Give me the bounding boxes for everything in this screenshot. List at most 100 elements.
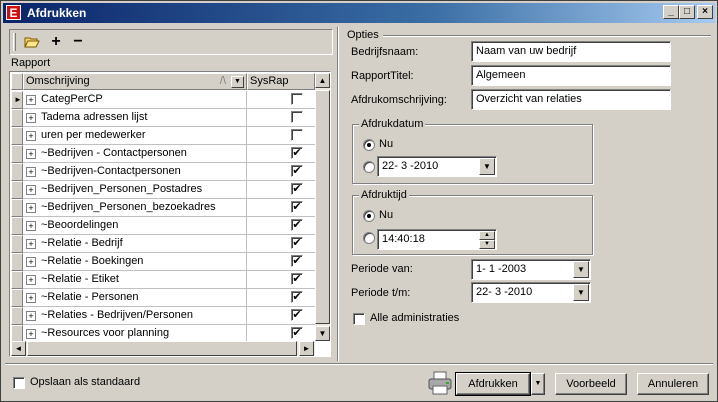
sysrap-checkbox[interactable] <box>291 129 303 141</box>
sysrap-cell[interactable]: ✔ <box>247 271 315 289</box>
expand-icon[interactable]: + <box>26 203 36 213</box>
table-row[interactable]: ~Relatie - Boekingen + ✔ <box>11 253 315 271</box>
sysrap-checkbox[interactable]: ✔ <box>291 273 303 285</box>
expand-icon[interactable]: + <box>26 257 36 267</box>
row-indicator[interactable]: ► <box>11 91 23 109</box>
sysrap-cell[interactable]: ✔ <box>247 181 315 199</box>
sysrap-checkbox[interactable]: ✔ <box>291 165 303 177</box>
afdrukken-dropdown-icon[interactable]: ▼ <box>531 373 545 395</box>
scroll-down-icon[interactable]: ▼ <box>315 326 330 341</box>
scroll-left-icon[interactable]: ◄ <box>11 341 26 356</box>
chevron-down-icon[interactable]: ▼ <box>573 261 589 278</box>
row-indicator[interactable] <box>11 217 23 235</box>
report-name-cell[interactable]: CategPerCP <box>23 91 247 109</box>
sysrap-checkbox[interactable]: ✔ <box>291 291 303 303</box>
expand-icon[interactable]: + <box>26 239 36 249</box>
sysrap-checkbox[interactable]: ✔ <box>291 327 303 339</box>
afdrukomschrijving-input[interactable]: Overzicht van relaties <box>471 89 671 110</box>
report-name-cell[interactable]: ~Bedrijven_Personen_bezoekadres <box>23 199 247 217</box>
chevron-down-icon[interactable]: ▼ <box>573 284 589 301</box>
expand-icon[interactable]: + <box>26 185 36 195</box>
vertical-scroll-thumb[interactable] <box>315 90 330 324</box>
title-bar[interactable]: E Afdrukken _ □ × <box>3 3 715 23</box>
minimize-button[interactable]: _ <box>663 5 679 19</box>
row-indicator[interactable] <box>11 181 23 199</box>
sysrap-cell[interactable] <box>247 127 315 145</box>
expand-icon[interactable]: + <box>26 149 36 159</box>
periode-tm-date-picker[interactable]: 22- 3 -2010 ▼ <box>471 282 591 303</box>
close-button[interactable]: × <box>697 5 713 19</box>
row-indicator[interactable] <box>11 253 23 271</box>
sysrap-cell[interactable]: ✔ <box>247 289 315 307</box>
table-row[interactable]: ~Relaties - Bedrijven/Personen + ✔ <box>11 307 315 325</box>
row-indicator[interactable] <box>11 163 23 181</box>
row-indicator[interactable] <box>11 271 23 289</box>
expand-icon[interactable]: + <box>26 311 36 321</box>
scroll-up-icon[interactable]: ▲ <box>315 73 330 88</box>
afdrukken-button[interactable]: Afdrukken <box>455 372 531 396</box>
report-name-cell[interactable]: Tadema adressen lijst <box>23 109 247 127</box>
afdruktijd-nu-radio[interactable] <box>363 210 375 222</box>
annuleren-button[interactable]: Annuleren <box>637 373 709 395</box>
afdruktijd-custom-radio[interactable] <box>363 232 375 244</box>
sysrap-cell[interactable]: ✔ <box>247 217 315 235</box>
row-indicator[interactable] <box>11 307 23 325</box>
header-omschrijving[interactable]: Omschrijving /\ ▼ <box>23 73 247 90</box>
sysrap-checkbox[interactable]: ✔ <box>291 183 303 195</box>
chevron-down-icon[interactable]: ▼ <box>479 158 495 175</box>
open-folder-button[interactable] <box>22 33 42 51</box>
alle-administraties-checkbox[interactable] <box>353 313 365 325</box>
report-name-cell[interactable]: uren per medewerker <box>23 127 247 145</box>
report-name-cell[interactable]: ~Relaties - Bedrijven/Personen <box>23 307 247 325</box>
header-sysrap[interactable]: SysRap <box>247 73 315 90</box>
report-name-cell[interactable]: ~Bedrijven-Contactpersonen <box>23 163 247 181</box>
filter-dropdown-icon[interactable]: ▼ <box>231 76 244 88</box>
sysrap-checkbox[interactable]: ✔ <box>291 237 303 249</box>
row-indicator[interactable] <box>11 235 23 253</box>
sysrap-cell[interactable]: ✔ <box>247 307 315 325</box>
sysrap-checkbox[interactable] <box>291 93 303 105</box>
sysrap-checkbox[interactable]: ✔ <box>291 201 303 213</box>
expand-icon[interactable]: + <box>26 95 36 105</box>
table-row[interactable]: uren per medewerker + <box>11 127 315 145</box>
table-row[interactable]: ~Bedrijven - Contactpersonen + ✔ <box>11 145 315 163</box>
add-report-button[interactable]: + <box>46 33 66 51</box>
maximize-button[interactable]: □ <box>679 5 695 19</box>
opslaan-standaard-checkbox[interactable] <box>13 377 25 389</box>
remove-report-button[interactable]: − <box>68 33 88 51</box>
sysrap-cell[interactable] <box>247 91 315 109</box>
expand-icon[interactable]: + <box>26 167 36 177</box>
expand-icon[interactable]: + <box>26 221 36 231</box>
afdrukdatum-date-picker[interactable]: 22- 3 -2010 ▼ <box>377 156 497 177</box>
periode-van-date-picker[interactable]: 1- 1 -2003 ▼ <box>471 259 591 280</box>
sysrap-checkbox[interactable] <box>291 111 303 123</box>
table-row[interactable]: ~Relatie - Personen + ✔ <box>11 289 315 307</box>
horizontal-scrollbar[interactable]: ◄ ► <box>11 341 315 356</box>
sysrap-cell[interactable]: ✔ <box>247 235 315 253</box>
table-row[interactable]: ~Bedrijven_Personen_bezoekadres + ✔ <box>11 199 315 217</box>
row-indicator[interactable] <box>11 199 23 217</box>
table-row[interactable]: ~Relatie - Bedrijf + ✔ <box>11 235 315 253</box>
sysrap-cell[interactable]: ✔ <box>247 145 315 163</box>
sysrap-cell[interactable]: ✔ <box>247 253 315 271</box>
sysrap-cell[interactable]: ✔ <box>247 163 315 181</box>
bedrijfsnaam-input[interactable]: Naam van uw bedrijf <box>471 41 671 62</box>
report-name-cell[interactable]: ~Relatie - Bedrijf <box>23 235 247 253</box>
horizontal-scroll-thumb[interactable] <box>27 341 297 356</box>
scroll-right-icon[interactable]: ► <box>299 341 314 356</box>
table-row[interactable]: ~Beoordelingen + ✔ <box>11 217 315 235</box>
afdrukdatum-nu-radio[interactable] <box>363 139 375 151</box>
report-name-cell[interactable]: ~Relatie - Boekingen <box>23 253 247 271</box>
row-indicator[interactable] <box>11 289 23 307</box>
row-indicator[interactable] <box>11 109 23 127</box>
table-row[interactable]: Tadema adressen lijst + <box>11 109 315 127</box>
expand-icon[interactable]: + <box>26 113 36 123</box>
rapporttitel-input[interactable]: Algemeen <box>471 65 671 86</box>
report-name-cell[interactable]: ~Relatie - Personen <box>23 289 247 307</box>
row-indicator[interactable] <box>11 145 23 163</box>
expand-icon[interactable]: + <box>26 329 36 339</box>
sysrap-checkbox[interactable]: ✔ <box>291 309 303 321</box>
row-indicator[interactable] <box>11 127 23 145</box>
report-name-cell[interactable]: ~Relatie - Etiket <box>23 271 247 289</box>
expand-icon[interactable]: + <box>26 131 36 141</box>
